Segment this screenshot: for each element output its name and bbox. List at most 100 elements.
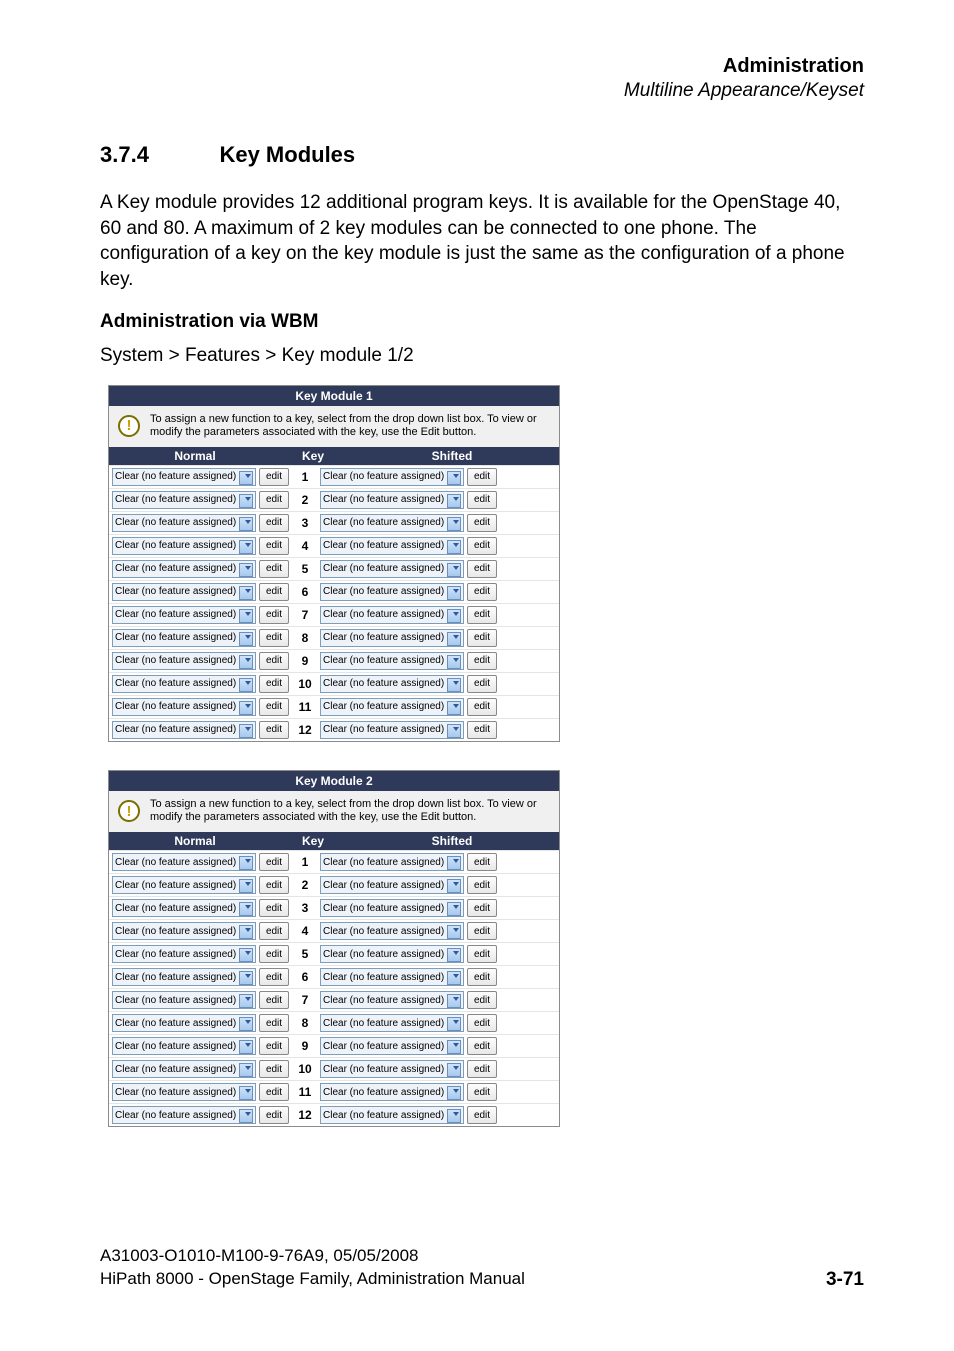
shifted-function-select[interactable]: Clear (no feature assigned) xyxy=(320,1083,464,1101)
normal-function-select[interactable]: Clear (no feature assigned) xyxy=(112,1083,256,1101)
shifted-function-select[interactable]: Clear (no feature assigned) xyxy=(320,1106,464,1124)
normal-function-select[interactable]: Clear (no feature assigned) xyxy=(112,945,256,963)
shifted-function-select[interactable]: Clear (no feature assigned) xyxy=(320,537,464,555)
shifted-edit-button[interactable]: edit xyxy=(467,675,497,693)
shifted-edit-button[interactable]: edit xyxy=(467,922,497,940)
shifted-edit-button[interactable]: edit xyxy=(467,721,497,739)
normal-edit-button[interactable]: edit xyxy=(259,853,289,871)
shifted-function-select[interactable]: Clear (no feature assigned) xyxy=(320,721,464,739)
shifted-function-select[interactable]: Clear (no feature assigned) xyxy=(320,945,464,963)
normal-function-select[interactable]: Clear (no feature assigned) xyxy=(112,652,256,670)
normal-function-select[interactable]: Clear (no feature assigned) xyxy=(112,721,256,739)
shifted-function-select[interactable]: Clear (no feature assigned) xyxy=(320,629,464,647)
shifted-function-select[interactable]: Clear (no feature assigned) xyxy=(320,468,464,486)
normal-edit-button[interactable]: edit xyxy=(259,629,289,647)
normal-function-select[interactable]: Clear (no feature assigned) xyxy=(112,1106,256,1124)
shifted-function-select[interactable]: Clear (no feature assigned) xyxy=(320,606,464,624)
shifted-function-select[interactable]: Clear (no feature assigned) xyxy=(320,583,464,601)
shifted-edit-button[interactable]: edit xyxy=(467,968,497,986)
shifted-edit-button[interactable]: edit xyxy=(467,1083,497,1101)
normal-function-select[interactable]: Clear (no feature assigned) xyxy=(112,1060,256,1078)
shifted-function-select[interactable]: Clear (no feature assigned) xyxy=(320,560,464,578)
normal-edit-button[interactable]: edit xyxy=(259,876,289,894)
shifted-function-select[interactable]: Clear (no feature assigned) xyxy=(320,698,464,716)
normal-edit-button[interactable]: edit xyxy=(259,675,289,693)
normal-function-select[interactable]: Clear (no feature assigned) xyxy=(112,583,256,601)
normal-function-select[interactable]: Clear (no feature assigned) xyxy=(112,629,256,647)
shifted-edit-button[interactable]: edit xyxy=(467,491,497,509)
shifted-function-select[interactable]: Clear (no feature assigned) xyxy=(320,991,464,1009)
normal-function-select[interactable]: Clear (no feature assigned) xyxy=(112,514,256,532)
shifted-edit-button[interactable]: edit xyxy=(467,698,497,716)
select-value: Clear (no feature assigned) xyxy=(115,1087,236,1098)
normal-function-select[interactable]: Clear (no feature assigned) xyxy=(112,1014,256,1032)
normal-function-select[interactable]: Clear (no feature assigned) xyxy=(112,698,256,716)
normal-edit-button[interactable]: edit xyxy=(259,1037,289,1055)
shifted-edit-button[interactable]: edit xyxy=(467,583,497,601)
normal-edit-button[interactable]: edit xyxy=(259,514,289,532)
shifted-edit-button[interactable]: edit xyxy=(467,1106,497,1124)
shifted-edit-button[interactable]: edit xyxy=(467,1060,497,1078)
normal-edit-button[interactable]: edit xyxy=(259,560,289,578)
normal-function-select[interactable]: Clear (no feature assigned) xyxy=(112,537,256,555)
shifted-function-select[interactable]: Clear (no feature assigned) xyxy=(320,514,464,532)
normal-edit-button[interactable]: edit xyxy=(259,968,289,986)
normal-function-select[interactable]: Clear (no feature assigned) xyxy=(112,922,256,940)
shifted-edit-button[interactable]: edit xyxy=(467,853,497,871)
normal-edit-button[interactable]: edit xyxy=(259,945,289,963)
shifted-function-select[interactable]: Clear (no feature assigned) xyxy=(320,968,464,986)
shifted-edit-button[interactable]: edit xyxy=(467,876,497,894)
normal-function-select[interactable]: Clear (no feature assigned) xyxy=(112,675,256,693)
shifted-function-select[interactable]: Clear (no feature assigned) xyxy=(320,1060,464,1078)
normal-edit-button[interactable]: edit xyxy=(259,468,289,486)
normal-function-select[interactable]: Clear (no feature assigned) xyxy=(112,468,256,486)
normal-edit-button[interactable]: edit xyxy=(259,606,289,624)
shifted-function-select[interactable]: Clear (no feature assigned) xyxy=(320,652,464,670)
shifted-edit-button[interactable]: edit xyxy=(467,629,497,647)
normal-edit-button[interactable]: edit xyxy=(259,698,289,716)
normal-function-select[interactable]: Clear (no feature assigned) xyxy=(112,968,256,986)
shifted-edit-button[interactable]: edit xyxy=(467,1037,497,1055)
normal-function-select[interactable]: Clear (no feature assigned) xyxy=(112,853,256,871)
shifted-function-select[interactable]: Clear (no feature assigned) xyxy=(320,1014,464,1032)
select-value: Clear (no feature assigned) xyxy=(115,632,236,643)
shifted-edit-button[interactable]: edit xyxy=(467,468,497,486)
shifted-edit-button[interactable]: edit xyxy=(467,606,497,624)
key-row: Clear (no feature assigned)edit11Clear (… xyxy=(109,1080,559,1103)
shifted-function-select[interactable]: Clear (no feature assigned) xyxy=(320,1037,464,1055)
shifted-edit-button[interactable]: edit xyxy=(467,652,497,670)
normal-edit-button[interactable]: edit xyxy=(259,537,289,555)
normal-edit-button[interactable]: edit xyxy=(259,922,289,940)
normal-edit-button[interactable]: edit xyxy=(259,721,289,739)
shifted-function-select[interactable]: Clear (no feature assigned) xyxy=(320,491,464,509)
shifted-function-select[interactable]: Clear (no feature assigned) xyxy=(320,876,464,894)
shifted-edit-button[interactable]: edit xyxy=(467,991,497,1009)
shifted-function-select[interactable]: Clear (no feature assigned) xyxy=(320,675,464,693)
normal-function-select[interactable]: Clear (no feature assigned) xyxy=(112,560,256,578)
normal-function-select[interactable]: Clear (no feature assigned) xyxy=(112,491,256,509)
select-value: Clear (no feature assigned) xyxy=(323,972,444,983)
shifted-edit-button[interactable]: edit xyxy=(467,1014,497,1032)
normal-function-select[interactable]: Clear (no feature assigned) xyxy=(112,899,256,917)
normal-edit-button[interactable]: edit xyxy=(259,991,289,1009)
normal-edit-button[interactable]: edit xyxy=(259,1014,289,1032)
normal-function-select[interactable]: Clear (no feature assigned) xyxy=(112,606,256,624)
shifted-function-select[interactable]: Clear (no feature assigned) xyxy=(320,922,464,940)
normal-edit-button[interactable]: edit xyxy=(259,899,289,917)
normal-edit-button[interactable]: edit xyxy=(259,583,289,601)
shifted-edit-button[interactable]: edit xyxy=(467,537,497,555)
normal-edit-button[interactable]: edit xyxy=(259,1106,289,1124)
normal-edit-button[interactable]: edit xyxy=(259,1060,289,1078)
normal-function-select[interactable]: Clear (no feature assigned) xyxy=(112,991,256,1009)
shifted-function-select[interactable]: Clear (no feature assigned) xyxy=(320,853,464,871)
shifted-edit-button[interactable]: edit xyxy=(467,899,497,917)
shifted-function-select[interactable]: Clear (no feature assigned) xyxy=(320,899,464,917)
normal-edit-button[interactable]: edit xyxy=(259,652,289,670)
shifted-edit-button[interactable]: edit xyxy=(467,560,497,578)
shifted-edit-button[interactable]: edit xyxy=(467,514,497,532)
normal-edit-button[interactable]: edit xyxy=(259,491,289,509)
normal-function-select[interactable]: Clear (no feature assigned) xyxy=(112,876,256,894)
shifted-edit-button[interactable]: edit xyxy=(467,945,497,963)
normal-function-select[interactable]: Clear (no feature assigned) xyxy=(112,1037,256,1055)
normal-edit-button[interactable]: edit xyxy=(259,1083,289,1101)
